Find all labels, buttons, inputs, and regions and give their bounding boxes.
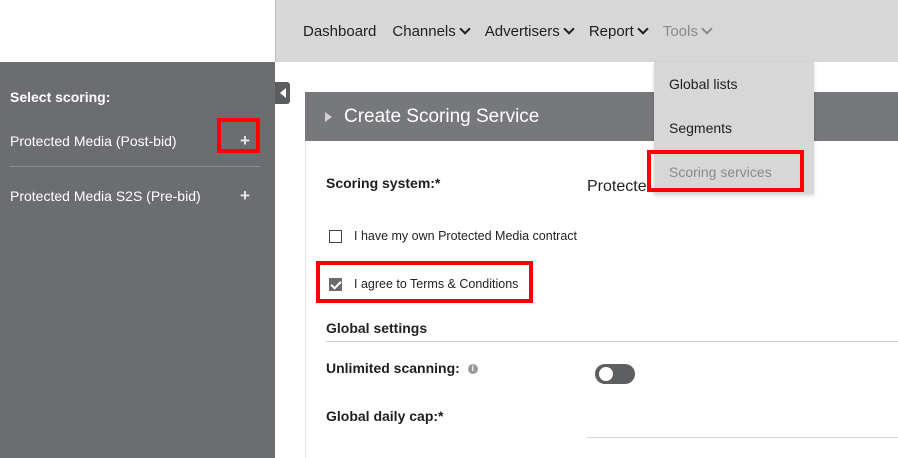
nav-report[interactable]: Report [588, 22, 649, 40]
panel-title: Create Scoring Service [344, 105, 540, 127]
nav-dashboard-label: Dashboard [303, 22, 377, 40]
highlight-box-scoring-services [647, 150, 804, 192]
sidebar-divider [10, 166, 260, 167]
panel-border [305, 92, 306, 458]
nav-dashboard[interactable]: Dashboard [303, 23, 376, 40]
sidebar-collapse-button[interactable] [275, 82, 290, 104]
toggle-knob [599, 367, 613, 381]
sidebar-item-protected-media-s2s-pre-bid[interactable]: Protected Media S2S (Pre-bid) + [10, 186, 260, 206]
unlimited-scanning-label: Unlimited scanning: [326, 360, 460, 376]
global-daily-cap-input[interactable] [587, 437, 898, 438]
scoring-system-label: Scoring system:* [326, 175, 441, 191]
unlimited-scanning-field: Unlimited scanning: i [326, 360, 478, 376]
expand-triangle-icon [325, 111, 332, 122]
nav-channels-label: Channels [392, 22, 456, 40]
nav-report-label: Report [588, 22, 634, 40]
nav-advertisers[interactable]: Advertisers [484, 22, 575, 40]
chevron-down-icon [459, 22, 471, 35]
chevron-down-icon [637, 22, 649, 35]
plus-icon[interactable]: + [238, 186, 252, 206]
sidebar-title: Select scoring: [10, 89, 111, 105]
section-divider [326, 341, 898, 342]
global-daily-cap-label: Global daily cap:* [326, 408, 444, 424]
nav-advertisers-label: Advertisers [484, 22, 560, 40]
sidebar-item-label: Protected Media (Post-bid) [10, 133, 177, 149]
info-icon[interactable]: i [467, 364, 478, 375]
logo-area [0, 0, 275, 62]
menu-item-global-lists[interactable]: Global lists [669, 76, 737, 92]
chevron-left-icon [279, 88, 286, 98]
menu-item-segments[interactable]: Segments [669, 120, 732, 136]
own-contract-row[interactable]: I have my own Protected Media contract [329, 229, 577, 243]
chevron-down-icon [701, 22, 713, 35]
scoring-system-value[interactable]: Protecte [587, 178, 647, 196]
nav-tools[interactable]: Tools [662, 22, 713, 40]
unlimited-scanning-toggle[interactable] [595, 364, 635, 384]
highlight-box-add-post-bid [217, 118, 260, 153]
highlight-box-terms [316, 261, 533, 303]
app-root: Dashboard Channels Advertisers Report To… [0, 0, 898, 458]
own-contract-label: I have my own Protected Media contract [354, 229, 578, 243]
top-nav: Dashboard Channels Advertisers Report To… [275, 0, 898, 62]
nav-tools-label: Tools [662, 22, 698, 40]
sidebar-item-label: Protected Media S2S (Pre-bid) [10, 188, 201, 204]
global-settings-title: Global settings [326, 320, 428, 336]
nav-channels[interactable]: Channels [392, 22, 471, 40]
chevron-down-icon [563, 22, 575, 35]
own-contract-checkbox[interactable] [329, 229, 342, 243]
